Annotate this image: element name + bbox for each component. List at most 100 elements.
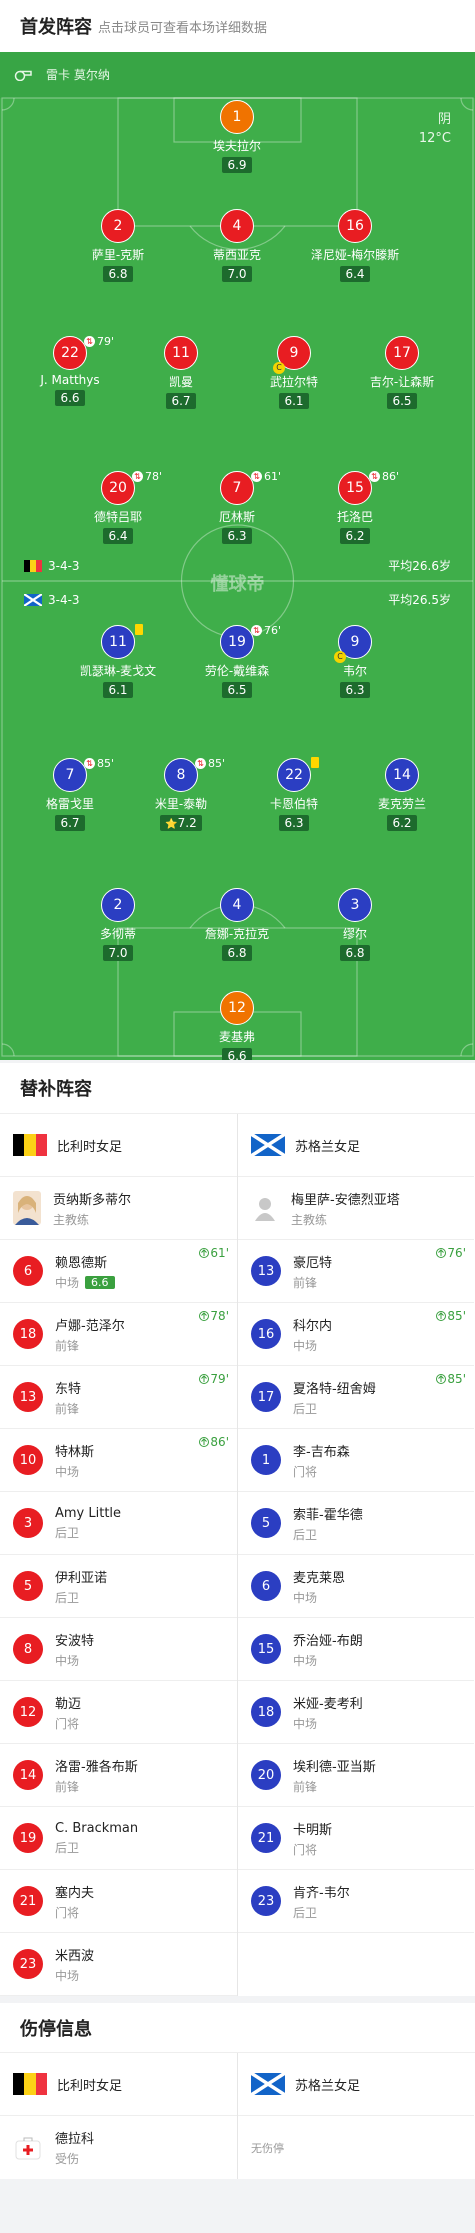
sub-position: 前锋 — [55, 1338, 80, 1353]
sub-row[interactable]: 10 特林斯 中场 86' — [0, 1429, 237, 1492]
player-rating: 6.3 — [279, 815, 309, 831]
sub-row[interactable]: 16 科尔内 中场 85' — [238, 1303, 474, 1366]
sub-name: 卡明斯 — [293, 1822, 333, 1838]
away-avg-age: 平均26.5岁 — [388, 593, 451, 607]
sub-position: 门将 — [55, 1905, 80, 1920]
player-away-22[interactable]: 22 卡恩伯特 6.3 — [239, 757, 349, 831]
sub-name: 埃利德-亚当斯 — [293, 1759, 376, 1775]
sub-row[interactable]: 21 塞内夫 门将 — [0, 1870, 237, 1933]
sub-row[interactable]: 5 索菲-霍华德 后卫 — [238, 1492, 474, 1555]
sub-row[interactable]: 13 东特 前锋 79' — [0, 1366, 237, 1429]
player-home-2[interactable]: 2 萨里-克斯 6.8 — [63, 209, 173, 282]
player-number-badge: 2 — [101, 209, 135, 243]
player-home-16[interactable]: 16 泽尼娅-梅尔滕斯 6.4 — [300, 209, 410, 282]
sub-row[interactable]: 17 夏洛特-纽舍姆 后卫 85' — [238, 1366, 474, 1429]
sub-number-badge: 21 — [251, 1823, 281, 1853]
player-home-9[interactable]: 9 C 武拉尔特 6.1 — [239, 336, 349, 409]
sub-row[interactable]: 1 李-吉布森 门将 — [238, 1429, 474, 1492]
sub-name: 夏洛特-纽舍姆 — [293, 1381, 376, 1397]
sub-row[interactable]: 8 安波特 中场 — [0, 1618, 237, 1681]
player-number-badge: 19 ⇅ 76' — [220, 624, 281, 659]
sub-number-badge: 13 — [13, 1382, 43, 1412]
player-away-11[interactable]: 11 凯瑟琳-麦戈文 6.1 — [63, 624, 173, 698]
player-rating: 6.9 — [222, 157, 252, 173]
player-number-badge: 20 ⇅ 78' — [101, 470, 162, 505]
sub-row[interactable]: 5 伊利亚诺 后卫 — [0, 1555, 237, 1618]
sub-position: 门将 — [55, 1716, 80, 1731]
sub-row[interactable]: 23 米西波 中场 — [0, 1933, 237, 1996]
player-home-17[interactable]: 17 吉尔-让森斯 6.5 — [347, 336, 457, 409]
sub-row[interactable]: 21 卡明斯 门将 — [238, 1807, 474, 1870]
player-home-1[interactable]: 1 埃夫拉尔 6.9 — [182, 100, 292, 173]
no-injury-row: 无伤停 — [238, 2116, 474, 2179]
player-away-19[interactable]: 19 ⇅ 76' 劳伦-戴维森 6.5 — [182, 624, 292, 698]
sub-name: 卢娜-范泽尔 — [55, 1318, 125, 1334]
home-coach-row[interactable]: 贡纳斯多蒂尔 主教练 — [0, 1177, 237, 1240]
sub-rating: 6.6 — [85, 1275, 115, 1289]
player-home-22[interactable]: 22 ⇅ 79' J. Matthys 6.6 — [15, 335, 125, 406]
away-coach-row[interactable]: 梅里萨-安德烈亚塔 主教练 — [238, 1177, 474, 1240]
player-away-8[interactable]: 8 ⇅ 85' 米里-泰勒 ⭐7.2 — [126, 757, 236, 831]
player-away-4[interactable]: 4 詹娜-克拉克 6.8 — [182, 888, 292, 961]
player-name: 泽尼娅-梅尔滕斯 — [310, 248, 400, 262]
referee: 雷卡 莫尔纳 — [14, 66, 110, 83]
player-name: J. Matthys — [40, 373, 100, 387]
sub-row[interactable]: 12 勒迈 门将 — [0, 1681, 237, 1744]
injury-row[interactable]: 德拉科 受伤 — [0, 2116, 237, 2179]
player-rating: 6.4 — [340, 266, 370, 282]
sub-row[interactable]: 19 C. Brackman 后卫 — [0, 1807, 237, 1870]
sub-name: Amy Little — [55, 1505, 122, 1521]
sub-number-badge: 18 — [13, 1319, 43, 1349]
player-away-2[interactable]: 2 多彻蒂 7.0 — [63, 888, 173, 961]
sub-number-badge: 23 — [251, 1886, 281, 1916]
sub-in-arrow-icon — [199, 1437, 210, 1447]
player-home-4[interactable]: 4 蒂西亚克 7.0 — [182, 209, 292, 282]
sub-row[interactable]: 18 卢娜-范泽尔 前锋 78' — [0, 1303, 237, 1366]
subs-home-team: 比利时女足 — [0, 1114, 237, 1177]
player-away-9[interactable]: 9 C 韦尔 6.3 — [300, 625, 410, 698]
sub-row[interactable]: 20 埃利德-亚当斯 前锋 — [238, 1744, 474, 1807]
player-home-20[interactable]: 20 ⇅ 78' 德特吕耶 6.4 — [63, 470, 173, 544]
away-team-name: 苏格兰女足 — [295, 2078, 361, 2094]
player-name: 麦基弗 — [218, 1030, 255, 1044]
sub-row[interactable]: 23 肯齐-韦尔 后卫 — [238, 1870, 474, 1933]
player-rating: 7.0 — [222, 266, 252, 282]
player-home-15[interactable]: 15 ⇅ 86' 托洛巴 6.2 — [300, 470, 410, 544]
player-away-3[interactable]: 3 缪尔 6.8 — [300, 888, 410, 961]
subs-columns: 比利时女足 贡纳斯多蒂尔 主教练 6 赖恩德斯 中场 6.6 61' 18 卢娜-范泽… — [0, 1113, 475, 1996]
player-home-11[interactable]: 11 凯曼 6.7 — [126, 336, 236, 409]
sub-position: 中场 — [293, 1338, 318, 1353]
sub-row[interactable]: 15 乔治娅-布朗 中场 — [238, 1618, 474, 1681]
belgium-flag-icon — [13, 1134, 47, 1156]
lineup-subtitle: 点击球员可查看本场详细数据 — [98, 20, 268, 36]
sub-out-marker: ⇅ 85' — [84, 757, 114, 770]
yellow-card-icon — [311, 757, 319, 768]
sub-out-icon: ⇅ — [84, 336, 95, 347]
player-away-14[interactable]: 14 麦克劳兰 6.2 — [347, 758, 457, 831]
sub-row[interactable]: 6 赖恩德斯 中场 6.6 61' — [0, 1240, 237, 1303]
belgium-flag-icon — [24, 559, 42, 572]
player-rating: 6.2 — [387, 815, 417, 831]
player-away-12[interactable]: 12 麦基弗 6.6 — [182, 991, 292, 1060]
sub-name: 赖恩德斯 — [55, 1255, 108, 1271]
player-name: 埃夫拉尔 — [212, 139, 261, 153]
sub-row[interactable]: 14 洛雷-雅各布斯 前锋 — [0, 1744, 237, 1807]
yellow-card-icon — [135, 624, 143, 635]
sub-position: 中场 — [293, 1590, 318, 1605]
player-home-7[interactable]: 7 ⇅ 61' 厄林斯 6.3 — [182, 470, 292, 544]
sub-position: 中场 — [55, 1968, 80, 1983]
player-name: 缪尔 — [342, 927, 367, 941]
sub-row[interactable]: 6 麦克莱恩 中场 — [238, 1555, 474, 1618]
sub-number-badge: 17 — [251, 1382, 281, 1412]
sub-row[interactable]: 18 米娅-麦考利 中场 — [238, 1681, 474, 1744]
player-number-badge: 4 — [220, 209, 254, 243]
player-name: 厄林斯 — [218, 510, 255, 524]
player-away-7[interactable]: 7 ⇅ 85' 格雷戈里 6.7 — [15, 757, 125, 831]
player-number-badge: 4 — [220, 888, 254, 922]
sub-out-marker: ⇅ 78' — [132, 470, 162, 483]
player-number-badge: 15 ⇅ 86' — [338, 470, 399, 505]
away-formation-row: 3-4-3 平均26.5岁 — [24, 591, 451, 608]
sub-row[interactable]: 3 Amy Little 后卫 — [0, 1492, 237, 1555]
sub-row[interactable]: 13 豪厄特 前锋 76' — [238, 1240, 474, 1303]
sub-number-badge: 21 — [13, 1886, 43, 1916]
